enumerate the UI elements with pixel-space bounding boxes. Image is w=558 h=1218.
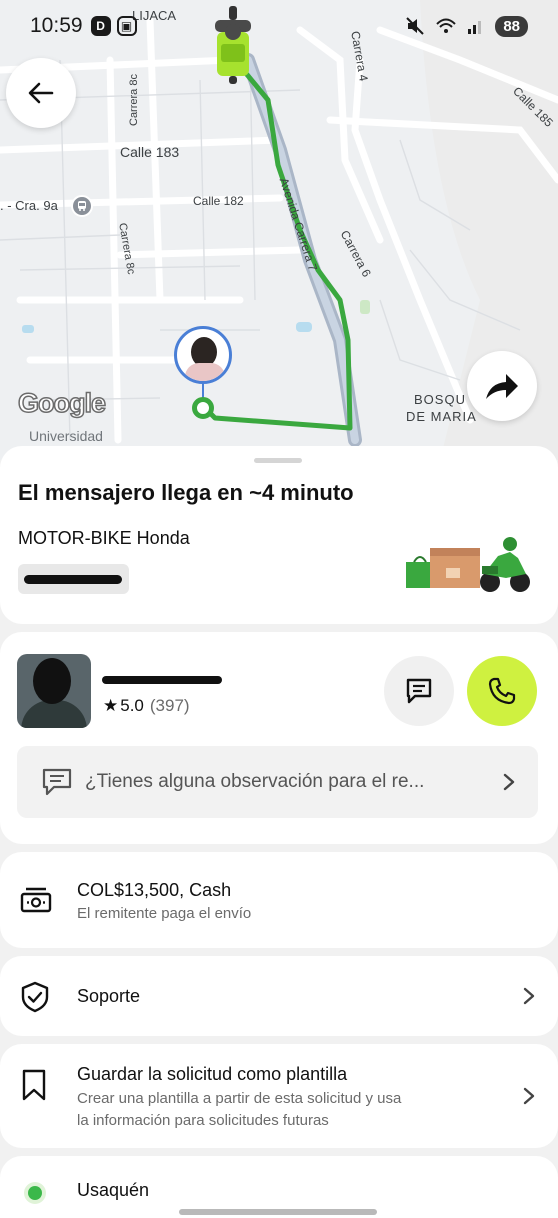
save-template-row[interactable]: Guardar la solicitud como plantilla Crea… bbox=[0, 1044, 558, 1148]
chat-icon bbox=[406, 678, 432, 704]
mute-icon bbox=[406, 17, 425, 35]
status-icons-left: D ▣ bbox=[90, 16, 137, 36]
courier-note-input[interactable]: ¿Tienes alguna observación para el re... bbox=[17, 746, 538, 818]
save-template-title: Guardar la solicitud como plantilla bbox=[77, 1064, 348, 1084]
screenshot-notification-icon: ▣ bbox=[116, 16, 137, 36]
share-arrow-icon bbox=[486, 374, 518, 399]
courier-avatar[interactable] bbox=[17, 654, 91, 728]
motorbike-delivery-illustration bbox=[406, 534, 532, 599]
origin-label: Usaquén bbox=[77, 1180, 150, 1200]
eta-title: El mensajero llega en ~4 minuto bbox=[18, 480, 354, 505]
map-label-calle-183: Calle 183 bbox=[120, 144, 180, 160]
courier-card: ★ 5.0 (397) ¿Tienes alguna observación p… bbox=[0, 632, 558, 844]
chevron-right-icon bbox=[503, 773, 515, 791]
map-label-universidad: Universidad bbox=[29, 428, 103, 444]
arrow-left-icon bbox=[28, 82, 54, 104]
note-placeholder: ¿Tienes alguna observación para el re... bbox=[85, 771, 425, 792]
chevron-right-icon bbox=[523, 1087, 535, 1105]
google-logo: Google bbox=[17, 387, 107, 419]
map-label-bosque-1: BOSQU bbox=[414, 392, 466, 407]
sheet-drag-handle[interactable] bbox=[254, 458, 302, 463]
bookmark-icon bbox=[22, 1069, 46, 1101]
signal-icon bbox=[468, 21, 482, 34]
chat-button[interactable] bbox=[384, 656, 454, 726]
shield-check-icon bbox=[21, 981, 49, 1013]
chevron-right-icon bbox=[523, 987, 535, 1005]
wifi-icon bbox=[436, 18, 457, 33]
map-label-bosque-2: DE MARIA bbox=[406, 409, 477, 424]
support-row[interactable]: Soporte bbox=[0, 956, 558, 1036]
status-icons-right: 88 bbox=[405, 15, 528, 37]
support-label: Soporte bbox=[77, 986, 141, 1006]
rating-value: 5.0 bbox=[120, 696, 144, 715]
status-bar: 10:59 D ▣ 88 bbox=[0, 0, 558, 52]
license-plate-redacted bbox=[18, 564, 129, 594]
share-route-button[interactable] bbox=[467, 351, 537, 421]
payment-card: COL$13,500, Cash El remitente paga el en… bbox=[0, 852, 558, 948]
courier-name-redacted bbox=[102, 676, 222, 684]
bus-stop-icon[interactable] bbox=[71, 195, 93, 217]
payment-amount: COL$13,500, Cash bbox=[77, 880, 232, 900]
destination-avatar-pin[interactable] bbox=[174, 326, 232, 384]
battery-indicator: 88 bbox=[495, 15, 528, 37]
trip-summary-card: El mensajero llega en ~4 minuto MOTOR-BI… bbox=[0, 446, 558, 624]
back-button[interactable] bbox=[6, 58, 76, 128]
map-label-cra-9a: . - Cra. 9a bbox=[0, 198, 58, 213]
cash-icon bbox=[20, 887, 52, 913]
app-notification-icon: D bbox=[90, 16, 111, 36]
phone-icon bbox=[488, 677, 516, 705]
rating-count: (397) bbox=[149, 696, 190, 715]
origin-dot-icon bbox=[28, 1186, 42, 1200]
status-time: 10:59 bbox=[30, 14, 83, 37]
home-indicator[interactable] bbox=[179, 1209, 377, 1215]
star-icon: ★ bbox=[103, 696, 119, 715]
payment-subtitle: El remitente paga el envío bbox=[77, 905, 252, 922]
save-template-subtitle-2: la información para solicitudes futuras bbox=[77, 1112, 329, 1129]
message-icon bbox=[42, 768, 72, 796]
call-button[interactable] bbox=[467, 656, 537, 726]
map-label-calle-182: Calle 182 bbox=[193, 194, 244, 208]
save-template-subtitle-1: Crear una plantilla a partir de esta sol… bbox=[77, 1090, 402, 1107]
map-label-carrera-8c-top: Carrera 8c bbox=[128, 74, 140, 126]
courier-rating: ★ 5.0 (397) bbox=[103, 696, 190, 716]
vehicle-model: MOTOR-BIKE Honda bbox=[18, 528, 190, 548]
destination-dot-icon bbox=[192, 397, 214, 419]
